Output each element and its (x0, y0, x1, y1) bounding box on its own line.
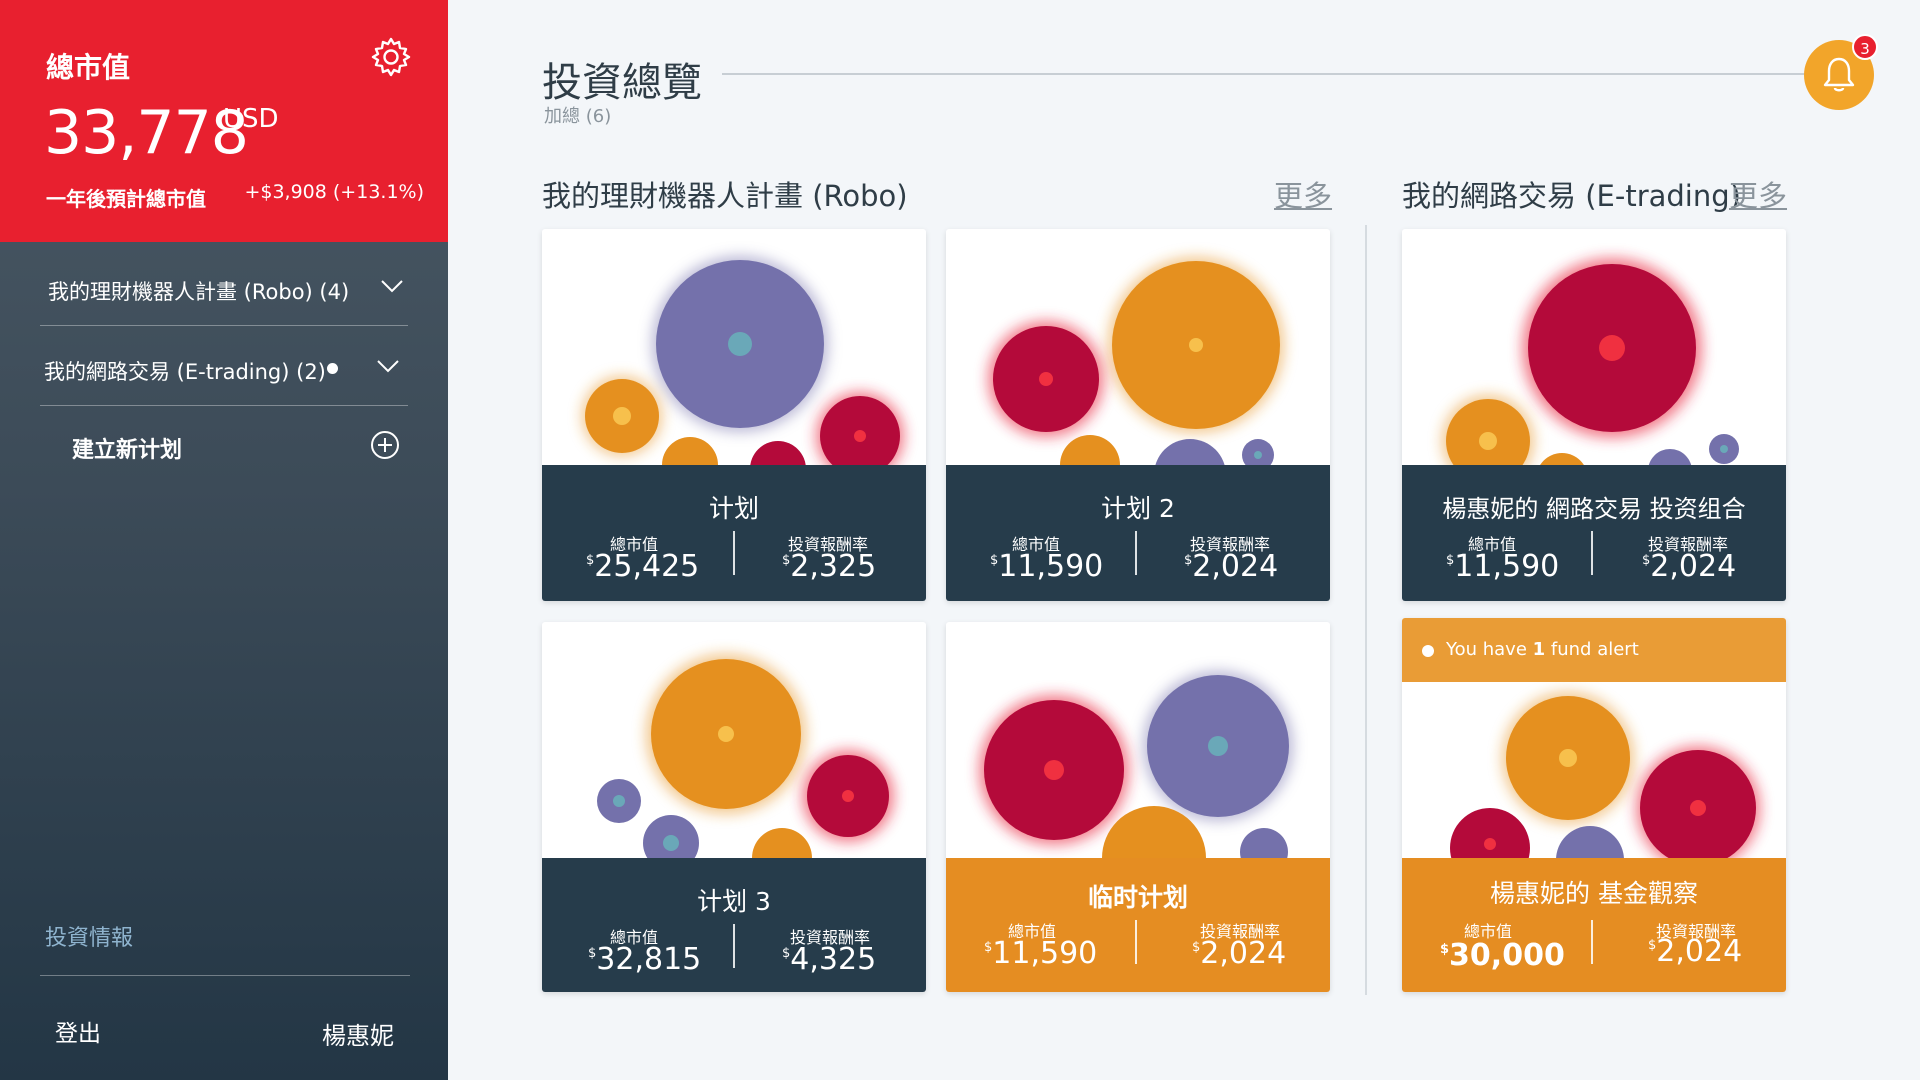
divider (733, 924, 735, 968)
divider (1135, 920, 1137, 964)
bubble-chart (988, 257, 1284, 465)
portfolio-card[interactable]: 楊惠妮的 網路交易 投资组合 總市值 $11,590 投資報酬率 $2,024 (1402, 229, 1786, 601)
alert-dot-icon (1422, 645, 1434, 657)
sidebar: 總市值 33,778 USD 一年後預計總市值 +$3,908 (+13.1%)… (0, 0, 448, 1080)
total-value: 33,778 (44, 98, 249, 168)
logout-button[interactable]: 登出 (55, 1014, 101, 1048)
fund-watch-footer: 楊惠妮的 基金觀察 總市值 $30,000 投資報酬率 $2,024 (1402, 858, 1786, 992)
nav-etrading-label: 我的網路交易 (E-trading) (2) (44, 360, 326, 384)
total-value-title: 總市值 (46, 51, 131, 84)
bubble-chart (597, 654, 894, 858)
return-value: $2,024 (1642, 549, 1737, 584)
page-subtitle: 加總 (6) (544, 106, 612, 127)
page-title: 投資總覽 (542, 60, 702, 106)
robo-section-title: 我的理財機器人計畫 (Robo) (542, 179, 908, 213)
chevron-down-icon[interactable] (380, 278, 404, 294)
portfolio-card-footer: 楊惠妮的 網路交易 投资组合 總市值 $11,590 投資報酬率 $2,024 (1402, 465, 1786, 601)
plan-name: 计划 (708, 494, 759, 523)
etrading-more-link[interactable]: 更多 (1729, 173, 1787, 215)
bubble-chart (1450, 692, 1760, 858)
divider (733, 531, 735, 575)
bubble-chart (1442, 258, 1739, 465)
market-value: $11,590 (1446, 549, 1560, 584)
divider (40, 975, 410, 976)
bubble-chart (979, 671, 1293, 858)
etrading-section-title: 我的網路交易 (E-trading) (1402, 179, 1741, 213)
plan-card[interactable]: 计划 總市值 $25,425 投資報酬率 $2,325 (542, 229, 926, 601)
notification-badge: 3 (1852, 34, 1878, 60)
plan-card-footer: 计划 3 總市值 $32,815 投資報酬率 $4,325 (542, 858, 926, 992)
nav-robo[interactable]: 我的理財機器人計畫 (Robo) (4) (40, 246, 408, 326)
fund-alert-banner[interactable]: You have 1 fund alert (1402, 618, 1786, 682)
plan-card[interactable]: 临时计划 總市值 $11,590 投資報酬率 $2,024 (946, 622, 1330, 992)
chevron-down-icon[interactable] (376, 358, 400, 374)
username: 楊惠妮 (322, 1022, 394, 1050)
market-value: $25,425 (586, 549, 700, 584)
divider (1135, 531, 1137, 575)
market-value: $11,590 (984, 936, 1098, 971)
bubble-chart (582, 256, 904, 465)
market-value: $32,815 (588, 942, 702, 977)
info-icon[interactable] (1290, 241, 1318, 269)
return-value: $2,024 (1184, 549, 1279, 584)
unread-dot (327, 363, 338, 374)
return-value: $4,325 (782, 942, 877, 977)
divider (1365, 225, 1367, 995)
return-value: $2,024 (1192, 936, 1287, 971)
investment-info-link[interactable]: 投資情報 (45, 920, 133, 952)
create-plan-button[interactable]: 建立新计划 (40, 408, 408, 488)
divider (722, 73, 1812, 75)
bell-icon (1823, 57, 1855, 92)
plan-card-footer: 临时计划 總市值 $11,590 投資報酬率 $2,024 (946, 858, 1330, 992)
plan-card-footer: 计划 2 總市值 $11,590 投資報酬率 $2,024 (946, 465, 1330, 601)
return-value: $2,325 (782, 549, 877, 584)
create-plan-label: 建立新计划 (72, 438, 183, 463)
fund-watch-card[interactable]: You have 1 fund alert 楊惠妮的 基金觀察 總市值 $30,… (1402, 618, 1786, 992)
robo-more-link[interactable]: 更多 (1274, 173, 1332, 215)
plan-name: 临时计划 (1087, 883, 1188, 912)
divider (1591, 531, 1593, 575)
plan-name: 计划 3 (697, 887, 771, 916)
return-value: $2,024 (1648, 934, 1743, 969)
market-value: $11,590 (990, 549, 1104, 584)
currency-label: USD (223, 104, 279, 134)
plan-name: 计划 2 (1101, 494, 1175, 523)
divider (1591, 920, 1593, 964)
info-icon (1290, 346, 1318, 374)
fund-alert-text: You have 1 fund alert (1446, 639, 1639, 660)
portfolio-name: 楊惠妮的 網路交易 投资组合 (1442, 495, 1746, 523)
projection-label: 一年後預計總市值 (46, 187, 206, 211)
plan-card-footer: 计划 總市值 $25,425 投資報酬率 $2,325 (542, 465, 926, 601)
portfolio-summary: 總市值 33,778 USD 一年後預計總市值 +$3,908 (+13.1%) (0, 0, 448, 242)
fund-watch-name: 楊惠妮的 基金觀察 (1490, 879, 1698, 908)
plan-card[interactable]: 计划 2 總市值 $11,590 投資報酬率 $2,024 (946, 229, 1330, 601)
projection-value: +$3,908 (+13.1%) (244, 181, 424, 203)
nav-robo-label: 我的理財機器人計畫 (Robo) (4) (48, 280, 350, 304)
market-value: $30,000 (1440, 938, 1565, 973)
plan-card[interactable]: 计划 3 總市值 $32,815 投資報酬率 $4,325 (542, 622, 926, 992)
nav-etrading[interactable]: 我的網路交易 (E-trading) (2) (40, 326, 408, 406)
plus-circle-icon[interactable] (370, 430, 400, 460)
gear-icon[interactable] (370, 36, 412, 78)
